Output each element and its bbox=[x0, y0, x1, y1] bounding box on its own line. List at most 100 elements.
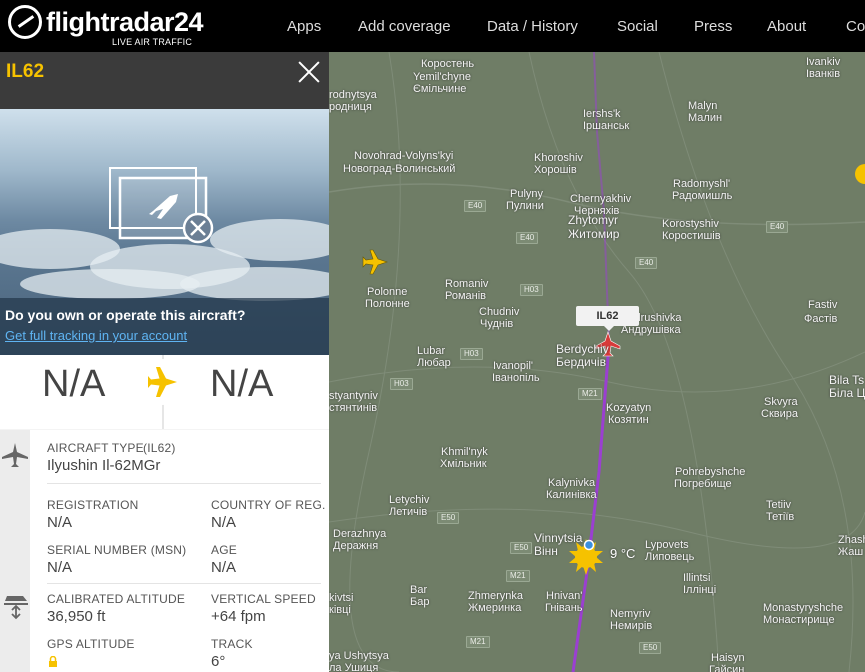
city-label: Skvyra bbox=[764, 396, 798, 408]
road-shield: M21 bbox=[578, 388, 602, 400]
city-label: Жмеринка bbox=[468, 602, 522, 614]
vertical-speed-label: VERTICAL SPEED bbox=[211, 592, 316, 606]
city-label: стянтинів bbox=[329, 402, 378, 414]
aircraft-icon bbox=[2, 443, 28, 467]
top-navigation: flightradar24 LIVE AIR TRAFFIC Apps Add … bbox=[0, 0, 865, 52]
road-shield: M21 bbox=[466, 636, 490, 648]
no-photo-icon bbox=[109, 167, 214, 244]
nav-item-apps[interactable]: Apps bbox=[287, 0, 321, 52]
city-label: Polonne bbox=[367, 286, 408, 298]
city-label: Бердичів bbox=[556, 355, 606, 369]
nav-item-about[interactable]: About bbox=[767, 0, 806, 52]
city-label: Чуднів bbox=[480, 318, 514, 330]
city-label: Фастів bbox=[804, 313, 838, 325]
city-label: Zhash bbox=[838, 534, 865, 546]
aircraft-callsign-tag[interactable]: IL62 bbox=[576, 306, 639, 331]
city-label: Khmil'nyk bbox=[441, 446, 488, 458]
ownership-question: Do you own or operate this aircraft? bbox=[5, 307, 246, 323]
aircraft-type-value: Ilyushin Il-62MGr bbox=[47, 457, 161, 474]
road-shield: M21 bbox=[506, 570, 530, 582]
city-label: Kalynivka bbox=[548, 477, 596, 489]
city-label: Derazhnya bbox=[333, 528, 387, 540]
city-label: Zhmerynka bbox=[468, 590, 524, 602]
city-label: Монастирище bbox=[763, 614, 835, 626]
city-label: Ємільчине bbox=[413, 83, 467, 95]
city-label: Іллінці bbox=[683, 584, 717, 596]
panel-title: IL62 bbox=[6, 61, 45, 82]
city-label: Bila Ts bbox=[829, 373, 865, 387]
city-label: Hnivan' bbox=[546, 590, 583, 602]
road-shield: E50 bbox=[639, 642, 662, 654]
city-label: Haisyn bbox=[711, 652, 745, 664]
age-value: N/A bbox=[211, 559, 237, 576]
city-label: Хорошів bbox=[534, 164, 577, 176]
city-label: Жаш bbox=[838, 546, 864, 558]
brand-name: flightradar24 bbox=[46, 7, 204, 37]
city-label: Хмільник bbox=[440, 458, 487, 470]
nav-item-more[interactable]: Co bbox=[846, 0, 865, 52]
divider bbox=[47, 583, 321, 584]
city-label: Вінн bbox=[534, 544, 558, 558]
city-label: Летичів bbox=[389, 506, 428, 518]
city-label: ла Ушиця bbox=[329, 662, 379, 672]
city-label: Illintsi bbox=[683, 572, 711, 584]
city-label: Іванопіль bbox=[492, 372, 540, 384]
destination-airport[interactable]: N/A bbox=[210, 363, 273, 406]
city-label: Lypovets bbox=[645, 539, 689, 551]
road-shield: E40 bbox=[516, 232, 539, 244]
nav-item-add-coverage[interactable]: Add coverage bbox=[358, 0, 451, 52]
city-label: Lubar bbox=[417, 345, 446, 357]
nav-item-data-history[interactable]: Data / History bbox=[487, 0, 578, 52]
track-label: TRACK bbox=[211, 637, 253, 651]
city-label: rodnytsya bbox=[329, 89, 377, 101]
city-label: Малин bbox=[688, 112, 723, 124]
city-label: родниця bbox=[329, 101, 372, 113]
city-label: Kozyatyn bbox=[606, 402, 652, 414]
flight-map[interactable]: Коростень Yemil'chyne Ємільчине Malyn Ма… bbox=[329, 52, 865, 672]
city-label: Berdychiv bbox=[556, 342, 609, 356]
city-label: ya Ushytsya bbox=[329, 650, 389, 662]
nav-item-press[interactable]: Press bbox=[694, 0, 732, 52]
registration-value: N/A bbox=[47, 514, 73, 531]
city-label: Іршанськ bbox=[583, 120, 630, 132]
city-label: Житомир bbox=[568, 227, 620, 241]
aircraft-icon[interactable] bbox=[362, 249, 388, 275]
full-tracking-link[interactable]: Get full tracking in your account bbox=[5, 328, 187, 343]
city-label: Липовець bbox=[645, 551, 695, 563]
nav-item-social[interactable]: Social bbox=[617, 0, 658, 52]
divider bbox=[47, 483, 321, 484]
panel-header: IL62 bbox=[0, 52, 329, 109]
aircraft-info-panel: IL62 Do you own or operate this aircraft… bbox=[0, 52, 329, 672]
city-label: Letychiv bbox=[389, 494, 430, 506]
city-label: Ivankiv bbox=[806, 56, 841, 68]
track-value: 6° bbox=[211, 653, 226, 670]
city-label: Романів bbox=[445, 290, 487, 302]
origin-airport[interactable]: N/A bbox=[42, 363, 105, 406]
city-label: Novohrad-Volyns'kyi bbox=[354, 150, 454, 162]
road-shield: H03 bbox=[520, 284, 543, 296]
city-label: Bar bbox=[410, 584, 428, 596]
city-label: Коростень bbox=[421, 58, 475, 70]
radar-logo-icon bbox=[8, 5, 42, 39]
country-value: N/A bbox=[211, 514, 237, 531]
city-label: Romaniv bbox=[445, 278, 489, 290]
lock-icon[interactable] bbox=[48, 656, 58, 668]
city-label: Monastyryshche bbox=[763, 602, 844, 614]
serial-number-value: N/A bbox=[47, 559, 73, 576]
city-label: Гнівань bbox=[545, 602, 583, 614]
city-label: Tetiiv bbox=[766, 499, 792, 511]
city-label: Pulyny bbox=[510, 188, 544, 200]
city-label: Chernyakhiv bbox=[570, 193, 632, 205]
ownership-banner: Do you own or operate this aircraft? Get… bbox=[0, 298, 329, 355]
aircraft-type-code: (IL62) bbox=[143, 441, 176, 455]
city-label: Коростишів bbox=[662, 230, 721, 242]
city-label: Радомишль bbox=[672, 190, 733, 202]
city-label: styantyniv bbox=[329, 390, 378, 402]
flightradar24-logo[interactable]: flightradar24 LIVE AIR TRAFFIC bbox=[8, 5, 204, 47]
city-label: Сквира bbox=[761, 408, 798, 420]
city-label: Гайсин bbox=[709, 664, 745, 672]
road-shield: E50 bbox=[510, 542, 533, 554]
city-label: Калинівка bbox=[546, 489, 597, 501]
close-icon[interactable] bbox=[297, 60, 321, 84]
city-label: Погребище bbox=[674, 478, 732, 490]
